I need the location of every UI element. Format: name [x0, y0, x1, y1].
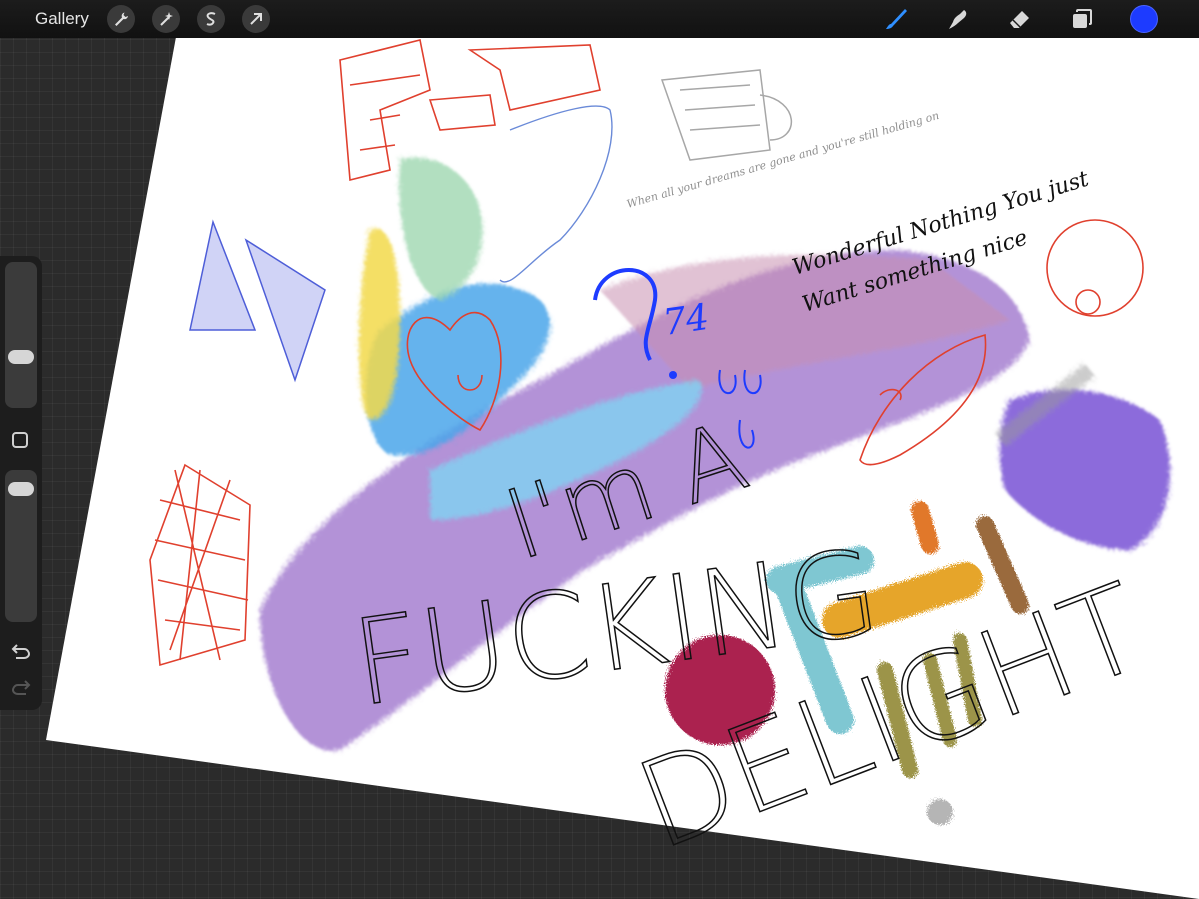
brush-opacity-slider[interactable]	[5, 470, 37, 622]
left-sidebar	[0, 256, 42, 710]
color-swatch-strokes	[665, 501, 1029, 825]
magic-wand-icon[interactable]	[151, 5, 180, 33]
gallery-button[interactable]: Gallery	[35, 9, 89, 29]
arrow-cursor-icon[interactable]	[241, 5, 270, 33]
blue-paint-stroke	[366, 283, 702, 520]
canvas-paper	[46, 37, 1199, 899]
lyric-small-text: When all your dreams are gone and you're…	[625, 109, 940, 211]
layers-icon[interactable]	[1067, 4, 1097, 34]
left-tool-group	[106, 5, 270, 33]
fucking-text: FUCKING	[345, 523, 888, 733]
brush-size-slider[interactable]	[5, 262, 37, 408]
color-picker-button[interactable]	[1129, 4, 1159, 34]
wrench-icon[interactable]	[106, 5, 135, 33]
blue-curve	[499, 105, 613, 283]
grey-cup-sketch	[660, 69, 793, 161]
numbers-text: 74	[661, 297, 712, 344]
right-tool-group	[849, 0, 1159, 38]
eraser-icon[interactable]	[1005, 4, 1035, 34]
redo-icon[interactable]	[10, 676, 32, 698]
lyric-line-2: Want something nice	[799, 225, 1030, 317]
purple-square-stroke	[995, 363, 1170, 550]
smudge-icon[interactable]	[943, 4, 973, 34]
top-toolbar: Gallery	[0, 0, 1199, 38]
red-sketches	[149, 39, 1144, 667]
modify-button[interactable]	[12, 432, 28, 448]
brush-size-thumb[interactable]	[8, 349, 34, 364]
yellow-paint-stroke	[358, 157, 483, 420]
purple-paint-stroke	[260, 250, 1030, 751]
undo-icon[interactable]	[10, 640, 32, 662]
blue-diamond-sketches	[189, 219, 326, 383]
drawing-canvas[interactable]: When all your dreams are gone and you're…	[0, 0, 1199, 899]
im-a-text: I'm A	[492, 400, 759, 582]
lyric-line-1: Wonderful Nothing You just	[789, 167, 1091, 281]
brush-icon[interactable]	[881, 4, 911, 34]
question-mark-sketch	[593, 268, 658, 361]
active-color-swatch	[1130, 5, 1158, 33]
selection-icon[interactable]	[196, 5, 225, 33]
delight-text: DELIGHT	[621, 558, 1163, 877]
brush-opacity-thumb[interactable]	[8, 482, 34, 497]
